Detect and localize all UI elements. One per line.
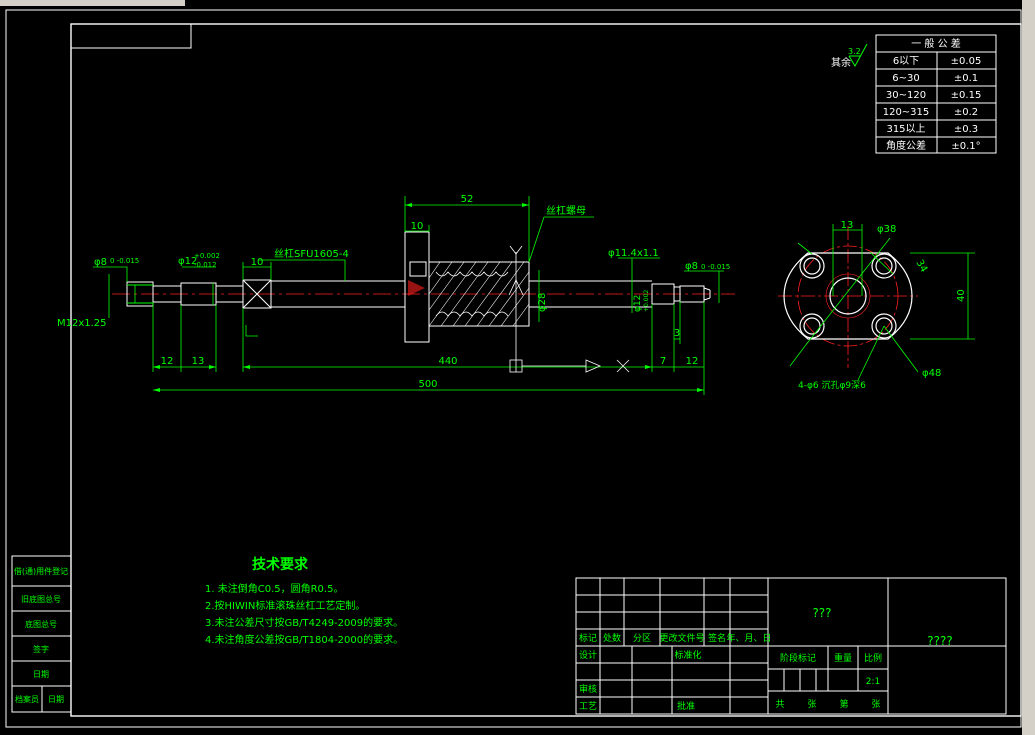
- stamp-cell: 借(通)用件登记: [14, 566, 68, 576]
- drawing-name: ???: [812, 606, 831, 620]
- dim-phi8-right: φ8: [685, 261, 698, 272]
- tb-total: 共: [775, 699, 784, 710]
- dim-phi12-right-tol: +0.002: [643, 290, 650, 312]
- toolbar-strip: [0, 0, 185, 6]
- dim-12-left: 12: [161, 356, 174, 367]
- dim-440: 440: [438, 356, 457, 367]
- tech-notes-title: 技术要求: [252, 556, 309, 573]
- tol-range: 6~30: [892, 73, 919, 84]
- tb-review: 审核: [579, 683, 597, 695]
- tech-note-item: 4.未注角度公差按GB/T1804-2000的要求。: [205, 633, 403, 646]
- tolerance-title: 一 般 公 差: [911, 37, 961, 50]
- tol-range: 315以上: [886, 123, 925, 135]
- rev-header: 年、月、日: [726, 632, 771, 644]
- stamp-cell: 签字: [33, 644, 49, 654]
- tech-note-item: 1. 未注倒角C0.5，圆角R0.5。: [205, 582, 343, 595]
- tb-weight: 重量: [834, 652, 852, 664]
- tb-sheet-no: 第: [839, 698, 848, 710]
- dim-phi12-tol-low: -0.012: [194, 261, 217, 269]
- dim-7: 7: [660, 356, 666, 367]
- tb-standardize: 标准化: [674, 649, 701, 661]
- side-dim-phi48: φ48: [922, 368, 941, 379]
- dim-10-nut: 10: [411, 221, 424, 232]
- tol-range: 120~315: [883, 107, 930, 118]
- tb-scale: 比例: [864, 652, 882, 664]
- rev-header: 更改文件号: [659, 632, 704, 644]
- tb-process: 工艺: [579, 701, 597, 712]
- tol-value: ±0.2: [954, 107, 978, 118]
- dim-13: 13: [192, 356, 205, 367]
- label-nut: 丝杠螺母: [546, 204, 586, 217]
- roughness-label: 其余: [831, 56, 851, 69]
- dim-52: 52: [461, 194, 474, 205]
- tb-stage-mark: 阶段标记: [780, 652, 816, 664]
- tol-range: 角度公差: [886, 139, 926, 152]
- rev-header: 分区: [633, 633, 651, 644]
- tol-value: ±0.1: [954, 73, 978, 84]
- tb-sheet: 张: [871, 699, 880, 710]
- dim-phi12-right: φ12: [633, 295, 643, 312]
- side-dim-phi38: φ38: [877, 224, 896, 235]
- tb-approve: 批准: [677, 700, 695, 712]
- tech-note-item: 3.未注公差尺寸按GB/T4249-2009的要求。: [205, 616, 403, 629]
- tol-value: ±0.05: [951, 56, 982, 67]
- tech-note-item: 2.按HIWIN标准滚珠丝杠工艺定制。: [205, 599, 365, 612]
- dim-phi28: φ28: [537, 293, 548, 312]
- dim-phi11-4: φ11.4x1.1: [608, 248, 659, 259]
- rev-header: 标记: [579, 632, 597, 644]
- side-dim-holes: 4-φ6 沉孔φ9深6: [798, 380, 866, 391]
- tb-design: 设计: [579, 649, 597, 661]
- rev-header: 处数: [603, 632, 621, 644]
- tol-value: ±0.3: [954, 124, 978, 135]
- tb-sheets: 张: [807, 699, 816, 710]
- rev-header: 签名: [708, 632, 726, 644]
- dim-phi8-right-tol: 0 -0.015: [701, 263, 730, 271]
- dim-10-end: 10: [251, 257, 264, 268]
- dim-phi12-tol-up: +0.002: [194, 252, 220, 260]
- dim-phi8-left-tol: 0 -0.015: [110, 257, 139, 265]
- dim-m12: M12x1.25: [57, 318, 107, 329]
- tol-value: ±0.1°: [951, 141, 980, 152]
- dim-12-right: 12: [686, 356, 699, 367]
- tol-range: 6以下: [893, 56, 919, 67]
- tol-range: 30~120: [886, 90, 926, 101]
- side-dim-40: 40: [956, 289, 967, 302]
- window-scrollbar[interactable]: [1022, 0, 1035, 735]
- tol-value: ±0.15: [951, 90, 982, 101]
- dim-500: 500: [418, 379, 437, 390]
- stamp-cell: 日期: [48, 695, 64, 704]
- label-screw: 丝杠SFU1605-4: [274, 247, 349, 260]
- side-dim-13: 13: [841, 220, 854, 231]
- drawing-number: ????: [927, 634, 952, 648]
- dim-phi8-left: φ8: [94, 257, 107, 268]
- stamp-cell: 旧底图总号: [21, 594, 61, 604]
- roughness-value: 3.2: [848, 47, 861, 56]
- cad-drawing-canvas: 一 般 公 差 6以下 ±0.05 6~30 ±0.1 30~120 ±0.15…: [0, 0, 1035, 735]
- stamp-cell: 日期: [33, 670, 49, 679]
- stamp-cell: 底图总号: [25, 619, 57, 629]
- tb-scale-value: 2:1: [866, 677, 880, 687]
- dim-3: 3: [674, 328, 680, 339]
- stamp-cell: 档案员: [15, 694, 39, 704]
